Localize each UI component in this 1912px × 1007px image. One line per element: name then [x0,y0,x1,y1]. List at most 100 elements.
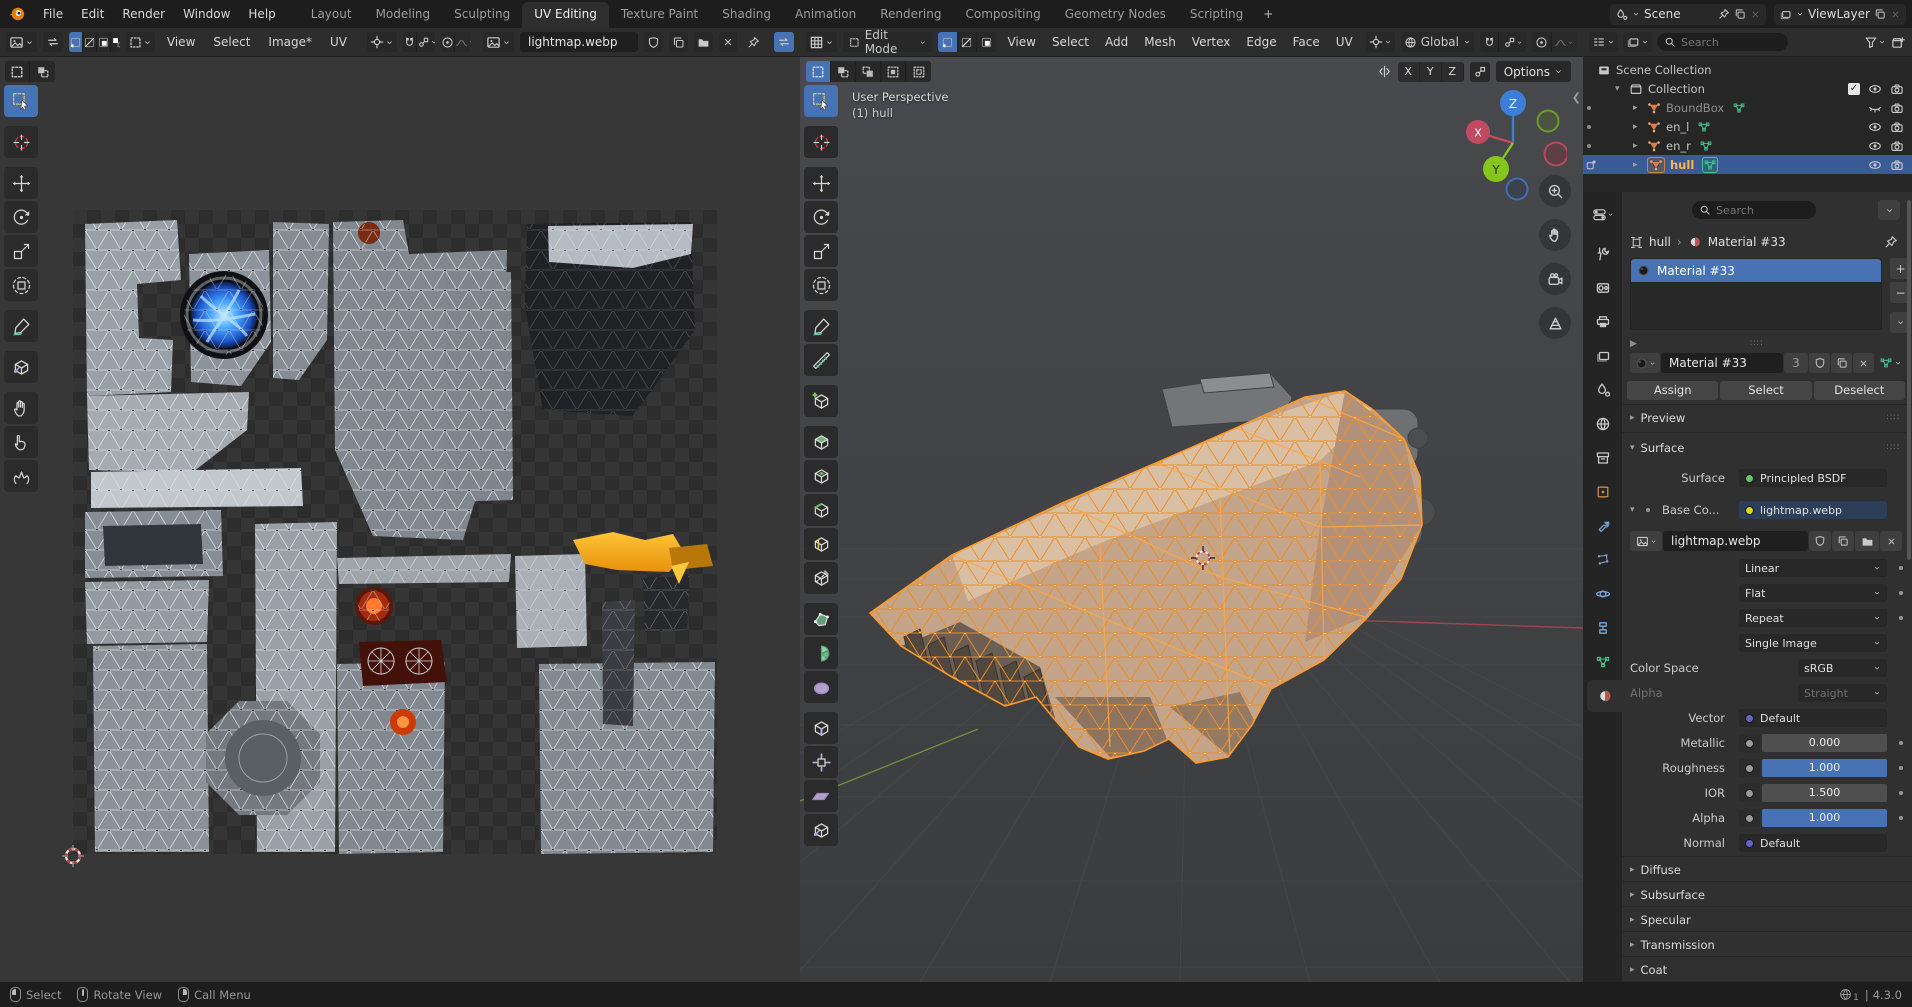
workspace-tab-scripting[interactable]: Scripting [1178,2,1255,28]
hide-eye-icon[interactable] [1868,158,1882,172]
panel-subsurface[interactable]: ▸Subsurface [1630,885,1902,905]
normal-field[interactable]: Default [1739,834,1887,852]
tool-poly-build[interactable] [804,603,838,635]
tool-annotate[interactable] [804,310,838,342]
uv-select-mode-new-button[interactable] [5,61,30,82]
tool-edge-slide[interactable] [804,712,838,744]
assign-button[interactable]: Assign [1627,381,1718,400]
outliner-row-scene-collection[interactable]: Scene Collection [1583,60,1912,79]
expander-icon[interactable]: ▸ [1633,141,1647,151]
panel-specular[interactable]: ▸Specular [1630,910,1902,930]
properties-tab-modifiers[interactable] [1583,510,1622,542]
workspace-tab-geometry-nodes[interactable]: Geometry Nodes [1053,2,1178,28]
hide-eye-icon[interactable] [1868,101,1882,115]
workspace-tab-layout[interactable]: Layout [299,2,364,28]
material-filter-dropdown[interactable] [1879,356,1902,370]
tool-cursor[interactable] [4,126,38,158]
menu-help[interactable]: Help [239,1,284,27]
outliner-row-collection[interactable]: ▾ Collection ✓ [1583,79,1912,98]
properties-tab-view-layer[interactable] [1583,340,1622,372]
view-layer-selector[interactable]: ViewLayer [1774,4,1906,25]
tool-loop-cut[interactable] [804,528,838,560]
uv-select-edge-button[interactable] [83,32,97,52]
breadcrumb-object[interactable]: hull [1649,235,1671,249]
resize-grip[interactable]: ∷∷ [1750,339,1763,349]
transform-pivot-dropdown[interactable] [1366,32,1395,52]
breadcrumb-material[interactable]: Material #33 [1708,235,1786,249]
outliner-display-mode-dropdown[interactable] [1589,32,1618,52]
disable-render-icon[interactable] [1890,158,1904,172]
expand-arrow-icon[interactable]: ▶ [1630,339,1637,349]
panel-transmission[interactable]: ▸Transmission [1630,935,1902,955]
outliner-filter-dropdown[interactable] [1864,35,1886,49]
image-copy-button[interactable] [1832,531,1854,551]
mirror-x-button[interactable]: X [1398,62,1420,82]
properties-tab-physics[interactable] [1583,578,1622,610]
edge-mode-button[interactable] [958,32,977,52]
outliner-search[interactable] [1657,33,1788,51]
new-image-icon[interactable] [669,32,688,52]
uv-sticky-selection-dropdown[interactable] [126,32,155,52]
decorator-dot[interactable] [1899,816,1903,820]
add-workspace-button[interactable]: + [1255,2,1281,28]
tool-shear[interactable] [804,780,838,812]
snap-toggle[interactable] [1480,32,1499,52]
tool-scale[interactable] [804,235,838,267]
image-fake-user-button[interactable] [1809,531,1831,551]
uv-image-name-field[interactable]: lightmap.webp [520,32,638,52]
tool-transform[interactable] [804,269,838,301]
disable-render-icon[interactable] [1890,120,1904,134]
viewport-menu-select[interactable]: Select [1047,35,1094,49]
roughness-slider[interactable]: 1.000 [1762,759,1887,777]
pan-button[interactable] [1539,219,1571,251]
interpolation-dropdown[interactable]: Linear [1739,559,1887,577]
properties-tab-material[interactable] [1587,680,1622,712]
hide-eye-icon[interactable] [1868,120,1882,134]
expander-icon[interactable]: ▸ [1633,160,1647,170]
blender-logo-icon[interactable] [0,6,34,22]
disable-render-icon[interactable] [1890,82,1904,96]
workspace-tab-compositing[interactable]: Compositing [953,2,1052,28]
tool-add-cube[interactable] [804,385,838,417]
tool-spin[interactable] [804,637,838,669]
properties-tab-scene[interactable] [1583,374,1622,406]
decorator-dot[interactable] [1899,766,1903,770]
uv-select-vertex-button[interactable] [69,32,83,52]
vector-field[interactable]: Default [1739,709,1887,727]
panel-coat[interactable]: ▸Coat [1630,960,1902,980]
options-dropdown[interactable]: Options [1496,61,1571,82]
alpha-slider[interactable]: 1.000 [1762,809,1887,827]
projection-dropdown[interactable]: Flat [1739,584,1887,602]
menu-edit[interactable]: Edit [72,1,113,27]
select-mode-subtract-button[interactable] [856,61,881,82]
perspective-toggle-button[interactable] [1539,307,1571,339]
fake-user-button[interactable] [1809,353,1830,373]
material-slot-list[interactable]: Material #33 [1630,258,1882,330]
workspace-tab-uv-editing[interactable]: UV Editing [522,2,609,28]
viewport-menu-edge[interactable]: Edge [1241,35,1281,49]
proportional-toggle[interactable] [1532,32,1551,52]
outliner-search-input[interactable] [1681,36,1781,49]
expander-icon[interactable]: ▾ [1615,84,1629,94]
outliner-row-en_l[interactable]: ▸ en_l [1583,117,1912,136]
unlink-image-icon[interactable] [719,32,737,52]
tool-rip-region[interactable] [804,814,838,846]
tool-annotate[interactable] [4,310,38,342]
metallic-slider[interactable]: 0.000 [1762,734,1887,752]
panel-diffuse[interactable]: ▸Diffuse [1630,860,1902,880]
uv-proportional-toggle[interactable] [441,32,455,52]
unlink-material-button[interactable] [1853,353,1874,373]
base-color-field[interactable]: lightmap.webp [1739,501,1887,519]
workspace-tab-modeling[interactable]: Modeling [364,2,443,28]
camera-view-button[interactable] [1539,263,1571,295]
decorator-dot[interactable] [1899,566,1903,570]
viewport-menu-view[interactable]: View [1002,35,1040,49]
uv-editor-body[interactable] [0,57,800,982]
properties-tab-data[interactable] [1583,646,1622,678]
decorator-dot[interactable] [1899,791,1903,795]
properties-tab-particles[interactable] [1583,544,1622,576]
mirror-z-button[interactable]: Z [1442,62,1464,82]
tool-rotate[interactable] [4,201,38,233]
viewport-menu-mesh[interactable]: Mesh [1139,35,1181,49]
deselect-button[interactable]: Deselect [1814,381,1905,400]
